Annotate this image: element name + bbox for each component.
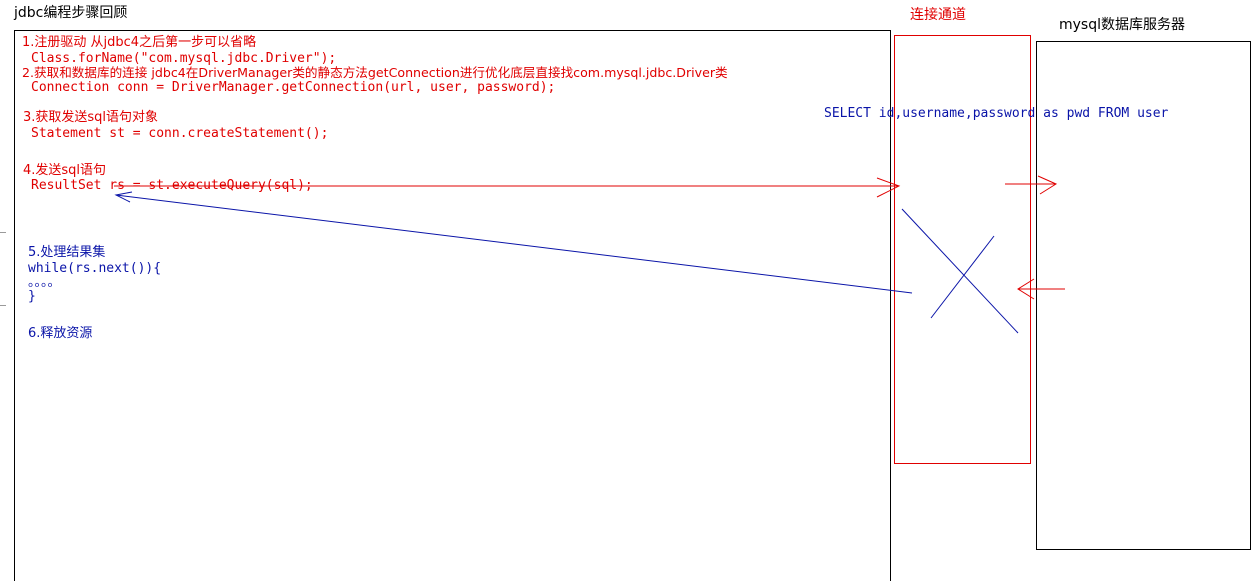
to-server-arrow-head (1037, 175, 1058, 195)
server-label: mysql数据库服务器 (1059, 17, 1185, 33)
step2-title: 2.获取和数据库的连接 jdbc4在DriverManager类的静态方法get… (22, 65, 728, 80)
channel-label: 连接通道 (910, 7, 966, 23)
step6-title: 6.释放资源 (28, 326, 93, 341)
step4-code: ResultSet rs = st.executeQuery(sql); (31, 178, 313, 193)
step3-title: 3.获取发送sql语句对象 (23, 110, 159, 125)
step5-code-close: } (28, 289, 36, 304)
page-title: jdbc编程步骤回顾 (14, 5, 128, 21)
step5-title: 5.处理结果集 (28, 245, 106, 260)
step2-code: Connection conn = DriverManager.getConne… (31, 80, 556, 95)
x-mark-line (901, 208, 1019, 334)
connection-channel-box (894, 35, 1031, 464)
step4-title: 4.发送sql语句 (23, 163, 107, 178)
step1-title: 1.注册驱动 从jdbc4之后第一步可以省略 (22, 35, 257, 50)
request-arrow-head (876, 177, 901, 198)
x-mark-line (930, 235, 995, 319)
result-arrow-line (115, 194, 913, 294)
step3-code: Statement st = conn.createStatement(); (31, 126, 329, 141)
sql-statement: SELECT id,username,password as pwd FROM … (824, 106, 1169, 121)
